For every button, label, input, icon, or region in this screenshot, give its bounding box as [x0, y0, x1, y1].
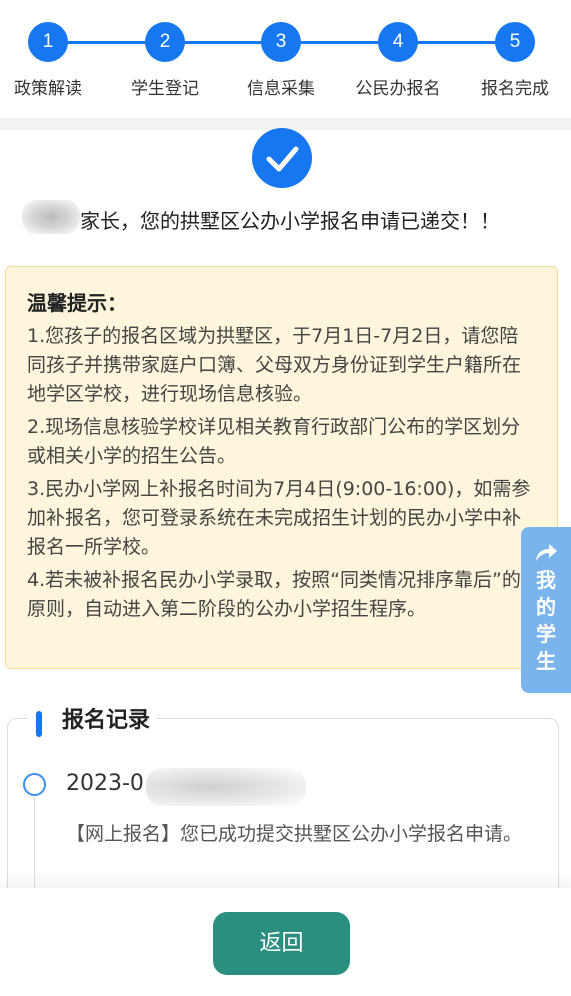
- step-1-circle: 1: [28, 22, 68, 62]
- step-2-label: 学生登记: [131, 79, 199, 99]
- timeline-line: [34, 797, 35, 892]
- step-1: 1 政策解读: [0, 22, 98, 99]
- step-5: 5 报名完成: [465, 22, 565, 99]
- step-2-circle: 2: [145, 22, 185, 62]
- record-title-bar: [36, 711, 42, 737]
- timeline-dot: [23, 773, 46, 796]
- tips-title: 温馨提示：: [27, 291, 127, 315]
- tip-item-3: 3.民办小学网上补报名时间为7月4日(9:00-16:00)，如需参加补报名，您…: [27, 478, 531, 558]
- step-5-circle: 5: [495, 22, 535, 62]
- progress-stepper: 1 政策解读 2 学生登记 3 信息采集 4 公民办报名 5 报名完成: [0, 0, 571, 118]
- submission-text: 家长，您的拱墅区公办小学报名申请已递交！！: [80, 209, 500, 233]
- step-2: 2 学生登记: [115, 22, 215, 99]
- submission-message: 家长，您的拱墅区公办小学报名申请已递交！！: [20, 198, 560, 238]
- tip-item-4: 4.若未被补报名民办小学录取，按照“同类情况排序靠后”的原则，自动进入第二阶段的…: [27, 569, 521, 620]
- step-5-label: 报名完成: [481, 79, 549, 99]
- side-char-2: 的: [536, 595, 556, 619]
- step-3-label: 信息采集: [247, 79, 315, 99]
- record-description: 【网上报名】您已成功提交拱墅区公办小学报名申请。: [66, 823, 523, 845]
- record-header: 报名记录: [28, 704, 157, 738]
- step-4-label: 公民办报名: [355, 79, 441, 99]
- record-date: 2023-0: [66, 771, 144, 796]
- tips-box: 温馨提示： 1.您孩子的报名区域为拱墅区，于7月1日-7月2日，请您陪同孩子并携…: [5, 266, 558, 669]
- side-char-4: 生: [536, 649, 556, 673]
- success-check-icon: [252, 128, 312, 188]
- share-arrow-icon: [536, 544, 557, 561]
- step-3: 3 信息采集: [231, 22, 331, 99]
- blurred-name: [22, 200, 80, 234]
- side-char-3: 学: [536, 622, 556, 646]
- step-1-label: 政策解读: [14, 79, 82, 99]
- side-char-1: 我: [536, 568, 556, 592]
- bottom-bar: 返回: [0, 888, 571, 996]
- step-4: 4 公民办报名: [348, 22, 448, 99]
- step-3-circle: 3: [261, 22, 301, 62]
- tip-item-2: 2.现场信息核验学校详见相关教育行政部门公布的学区划分或相关小学的招生公告。: [27, 416, 521, 467]
- my-students-button[interactable]: 我 的 学 生: [521, 527, 571, 693]
- tip-item-1: 1.您孩子的报名区域为拱墅区，于7月1日-7月2日，请您陪同孩子并携带家庭户口簿…: [27, 325, 522, 405]
- record-title: 报名记录: [62, 708, 151, 733]
- blurred-date: [146, 768, 306, 806]
- step-4-circle: 4: [378, 22, 418, 62]
- back-button[interactable]: 返回: [213, 912, 350, 975]
